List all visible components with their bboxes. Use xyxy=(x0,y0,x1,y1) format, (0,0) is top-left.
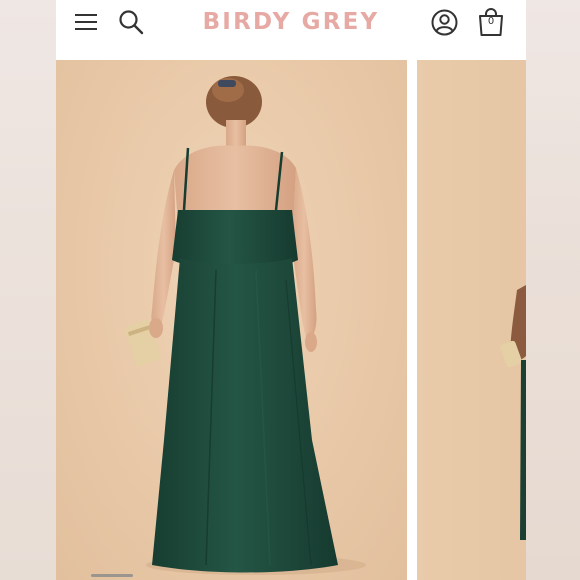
site-header: BIRDY GREY 0 xyxy=(56,0,526,52)
blurred-background-right xyxy=(526,0,580,580)
blurred-background-left xyxy=(0,0,56,580)
mobile-page: BIRDY GREY 0 xyxy=(56,0,526,580)
product-image-back-view[interactable] xyxy=(56,60,407,580)
cart-count: 0 xyxy=(487,16,495,27)
product-image-next-preview[interactable] xyxy=(417,60,526,580)
model-partial-illustration xyxy=(500,285,526,540)
model-in-green-dress-illustration xyxy=(125,76,366,575)
account-icon[interactable] xyxy=(431,9,458,36)
scroll-indicator xyxy=(91,574,133,577)
product-image-gallery[interactable] xyxy=(56,60,526,580)
